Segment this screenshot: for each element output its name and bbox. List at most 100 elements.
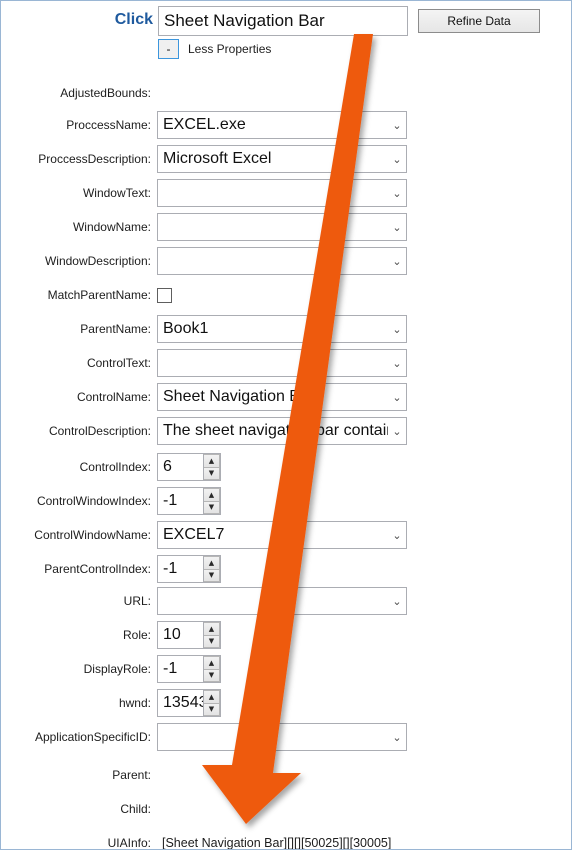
property-value: Microsoft Excel (163, 150, 272, 167)
property-label: ApplicationSpecificID: (1, 730, 153, 744)
match-parent-name-checkbox[interactable] (157, 287, 172, 303)
spinner-down-icon[interactable]: ▼ (204, 669, 220, 682)
chevron-down-icon[interactable]: ⌄ (388, 154, 406, 165)
spinner-down-icon[interactable]: ▼ (204, 501, 220, 514)
property-row: DisplayRole: -1 ▲ ▼ (1, 653, 571, 685)
property-field: 6 ▲ ▼ (157, 453, 221, 481)
property-field: [Sheet Navigation Bar][][][50025][][3000… (157, 836, 392, 850)
property-combobox[interactable]: Sheet Navigation Bar ⌄ (157, 383, 407, 411)
property-value: -1 (163, 492, 178, 509)
property-field: -1 ▲ ▼ (157, 555, 221, 583)
spinner-up-icon[interactable]: ▲ (204, 656, 220, 669)
property-spinner[interactable]: -1 ▲ ▼ (157, 555, 221, 583)
property-value: -1 (163, 560, 178, 577)
spinner-down-icon[interactable]: ▼ (204, 635, 220, 648)
chevron-down-icon[interactable]: ⌄ (388, 256, 406, 267)
property-label-text: Parent: (112, 768, 151, 782)
property-row: WindowText: ⌄ (1, 177, 571, 209)
property-row: ControlWindowIndex: -1 ▲ ▼ (1, 485, 571, 517)
spinner-buttons: ▲ ▼ (203, 556, 220, 582)
less-properties-toggle-row: - Less Properties (158, 39, 271, 59)
chevron-down-icon[interactable]: ⌄ (388, 530, 406, 541)
property-value: Book1 (163, 320, 209, 337)
property-combobox[interactable]: The sheet navigation bar contains ⌄ (157, 417, 407, 445)
property-combobox[interactable]: ⌄ (157, 213, 407, 241)
chevron-down-icon[interactable]: ⌄ (388, 596, 406, 607)
property-field: ⌄ (157, 213, 407, 241)
chevron-down-icon[interactable]: ⌄ (388, 188, 406, 199)
spinner-up-icon[interactable]: ▲ (204, 488, 220, 501)
property-label: MatchParentName: (1, 288, 153, 302)
property-row: MatchParentName: (1, 279, 571, 311)
property-combobox[interactable]: ⌄ (157, 247, 407, 275)
less-properties-label[interactable]: Less Properties (188, 42, 271, 56)
target-name-input[interactable]: Sheet Navigation Bar (158, 6, 408, 36)
chevron-down-icon[interactable]: ⌄ (388, 120, 406, 131)
property-field: Book1 ⌄ (157, 315, 407, 343)
property-combobox[interactable]: Microsoft Excel ⌄ (157, 145, 407, 173)
property-label-text: DisplayRole: (83, 662, 151, 676)
property-label-text: ParentName: (80, 322, 151, 336)
property-label: ProccessName: (1, 118, 153, 132)
property-combobox[interactable]: ⌄ (157, 179, 407, 207)
property-combobox[interactable]: ⌄ (157, 587, 407, 615)
property-row: WindowName: ⌄ (1, 211, 571, 243)
property-label-text: WindowText: (82, 186, 151, 200)
property-row: AdjustedBounds: (1, 77, 571, 109)
property-field: The sheet navigation bar contains ⌄ (157, 417, 407, 445)
property-label: Child: (1, 802, 153, 816)
chevron-down-icon[interactable]: ⌄ (388, 222, 406, 233)
property-field: ⌄ (157, 247, 407, 275)
property-combobox[interactable]: ⌄ (157, 723, 407, 751)
chevron-down-icon[interactable]: ⌄ (388, 358, 406, 369)
spinner-down-icon[interactable]: ▼ (204, 467, 220, 480)
spinner-up-icon[interactable]: ▲ (204, 454, 220, 467)
spinner-down-icon[interactable]: ▼ (204, 703, 220, 716)
spinner-buttons: ▲ ▼ (203, 690, 220, 716)
property-label-text: Child: (120, 802, 151, 816)
spinner-up-icon[interactable]: ▲ (204, 556, 220, 569)
property-row: URL: ⌄ (1, 585, 571, 617)
collapse-minus-icon[interactable]: - (158, 39, 179, 59)
property-field: Microsoft Excel ⌄ (157, 145, 407, 173)
chevron-down-icon[interactable]: ⌄ (388, 732, 406, 743)
property-label: Role: (1, 628, 153, 642)
property-value: [Sheet Navigation Bar][][][50025][][3000… (162, 836, 392, 850)
property-row: ControlWindowName: EXCEL7 ⌄ (1, 519, 571, 551)
property-field: EXCEL.exe ⌄ (157, 111, 407, 139)
property-label-text: ProccessDescription: (38, 152, 151, 166)
chevron-down-icon[interactable]: ⌄ (388, 324, 406, 335)
property-field: ⌄ (157, 349, 407, 377)
property-field: ⌄ (157, 587, 407, 615)
property-row: ParentName: Book1 ⌄ (1, 313, 571, 345)
spinner-down-icon[interactable]: ▼ (204, 569, 220, 582)
property-combobox[interactable]: Book1 ⌄ (157, 315, 407, 343)
property-label: WindowName: (1, 220, 153, 234)
property-label: WindowDescription: (1, 254, 153, 268)
property-row: ControlText: ⌄ (1, 347, 571, 379)
property-combobox[interactable]: ⌄ (157, 349, 407, 377)
property-combobox[interactable]: EXCEL.exe ⌄ (157, 111, 407, 139)
property-spinner[interactable]: -1 ▲ ▼ (157, 655, 221, 683)
spinner-up-icon[interactable]: ▲ (204, 690, 220, 703)
property-label: hwnd: (1, 696, 153, 710)
property-combobox[interactable]: EXCEL7 ⌄ (157, 521, 407, 549)
window-content: Click Sheet Navigation Bar Refine Data -… (1, 1, 571, 849)
property-spinner[interactable]: -1 ▲ ▼ (157, 487, 221, 515)
spinner-buttons: ▲ ▼ (203, 488, 220, 514)
property-label: ParentControlIndex: (1, 562, 153, 576)
spinner-up-icon[interactable]: ▲ (204, 622, 220, 635)
property-label-text: ApplicationSpecificID: (34, 730, 151, 744)
property-spinner[interactable]: 10 ▲ ▼ (157, 621, 221, 649)
property-row: ControlName: Sheet Navigation Bar ⌄ (1, 381, 571, 413)
chevron-down-icon[interactable]: ⌄ (388, 426, 406, 437)
property-label-text: ControlDescription: (48, 424, 151, 438)
chevron-down-icon[interactable]: ⌄ (388, 392, 406, 403)
property-value: 13543 (163, 694, 203, 711)
property-spinner[interactable]: 6 ▲ ▼ (157, 453, 221, 481)
refine-data-button[interactable]: Refine Data (418, 9, 540, 33)
property-spinner[interactable]: 13543▲▼ (157, 689, 221, 717)
property-value: EXCEL7 (163, 526, 225, 543)
property-field: Sheet Navigation Bar ⌄ (157, 383, 407, 411)
property-label: ControlWindowIndex: (1, 494, 153, 508)
